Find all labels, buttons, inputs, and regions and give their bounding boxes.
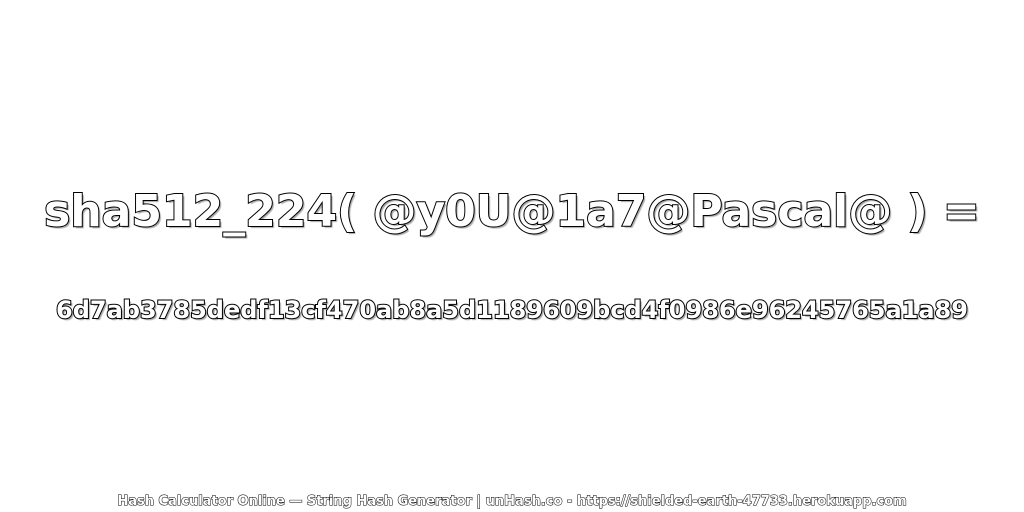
footer-credit: Hash Calculator Online — String Hash Gen… [117,494,907,510]
hash-result: 6d7ab3785dedf13cf470ab8a5d1189609bcd4f09… [55,295,969,325]
hash-expression: sha512_224( @y0U@1a7@Pascal@ ) = [43,185,981,238]
hash-image-canvas: sha512_224( @y0U@1a7@Pascal@ ) = 6d7ab37… [0,0,1024,512]
